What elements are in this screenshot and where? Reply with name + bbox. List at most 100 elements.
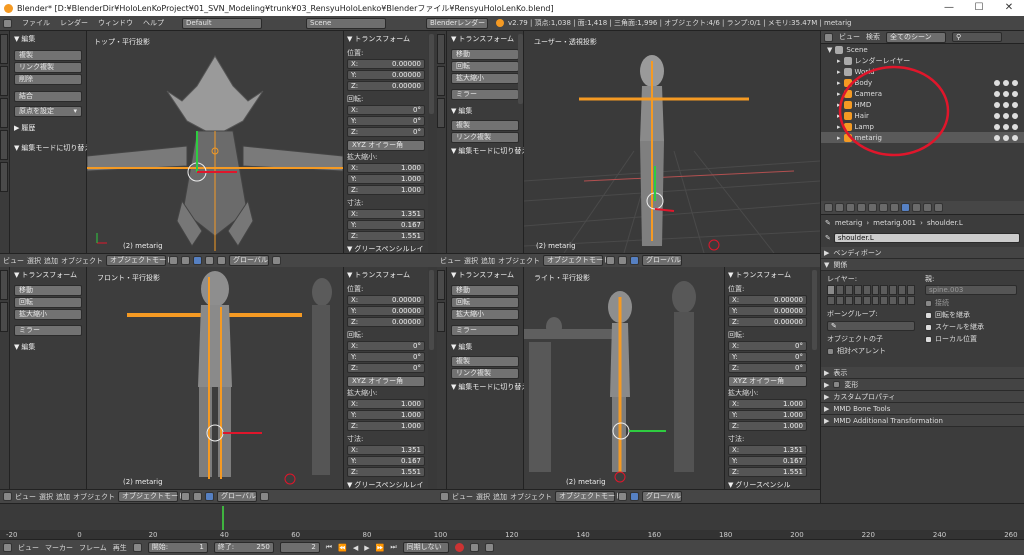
bone-layer-cell[interactable]	[862, 295, 871, 305]
bone-layer-cell[interactable]	[844, 295, 853, 305]
rot-x-field[interactable]: X: 0°	[347, 105, 425, 115]
render-engine-select[interactable]: Blenderレンダー	[426, 17, 488, 29]
scene-select[interactable]: Scene	[306, 17, 386, 29]
editor-type-icon[interactable]	[824, 32, 833, 42]
timeline-view-menu[interactable]: ビュー	[18, 543, 39, 553]
scale-x-field[interactable]: X: 1.000	[728, 399, 807, 409]
current-frame-cursor[interactable]	[222, 506, 224, 532]
scale-z-field[interactable]: Z: 1.000	[347, 185, 425, 195]
create-tab[interactable]	[437, 302, 445, 332]
duplicate-linked-button[interactable]: リンク複製	[451, 132, 519, 143]
view-menu[interactable]: ビュー	[15, 492, 36, 502]
dim-x-field[interactable]: X: 1.351	[347, 445, 425, 455]
select-menu[interactable]: 選択	[464, 256, 478, 266]
bone-name-input[interactable]: shoulder.L	[833, 233, 1020, 243]
orientation-select[interactable]: グローバル	[642, 491, 682, 502]
select-menu[interactable]: 選択	[476, 492, 490, 502]
bone-layer-cell[interactable]	[862, 285, 871, 295]
texture-tab-icon[interactable]	[934, 203, 943, 212]
layout-select[interactable]: Default	[182, 17, 262, 29]
duplicate-linked-button[interactable]: リンク複製	[451, 368, 519, 379]
viewport-right-ortho[interactable]: ライト・平行投影 (2) metarig	[524, 267, 724, 489]
scale-button[interactable]: 拡大縮小	[451, 73, 519, 84]
object-menu[interactable]: オブジェクト	[73, 492, 115, 502]
play-reverse-icon[interactable]: ◀	[353, 544, 358, 552]
transform-tools-header[interactable]: ▼ トランスフォーム	[451, 270, 519, 280]
tool-tab[interactable]	[0, 270, 8, 300]
selectable-arrow-icon[interactable]	[1003, 101, 1009, 108]
timeline-area[interactable]: -20 0 20 40 60 80 100 120 140 160 180 200 220 240 260	[0, 503, 1024, 540]
shading-icon[interactable]	[606, 256, 615, 265]
add-menu[interactable]: 追加	[44, 256, 58, 266]
pin-icon[interactable]: ✎	[825, 219, 831, 227]
bone-group-field[interactable]: ✎	[827, 321, 915, 331]
tool-tabs-strip[interactable]	[0, 31, 10, 253]
bone-layer-cell[interactable]	[871, 295, 880, 305]
edit-mode-toggle-header[interactable]: ▼ 編集モードに切り替え	[451, 382, 528, 392]
visibility-eye-icon[interactable]	[994, 79, 1000, 86]
jump-start-icon[interactable]: ⏮	[326, 543, 332, 552]
timeline-playback-menu[interactable]: 再生	[113, 543, 127, 553]
visibility-eye-icon[interactable]	[994, 112, 1000, 119]
orientation-select[interactable]: グローバル	[642, 255, 682, 266]
insert-keyframe-icon[interactable]	[484, 543, 494, 552]
render-camera-icon[interactable]	[1012, 123, 1018, 130]
record-icon[interactable]	[454, 543, 464, 552]
selectable-arrow-icon[interactable]	[1003, 79, 1009, 86]
bone-layer-cell[interactable]	[827, 295, 835, 305]
duplicate-button[interactable]: 複製	[451, 356, 519, 367]
viewport-user-persp[interactable]: ユーザー・透視投影 (2) metarig	[524, 31, 820, 253]
render-camera-icon[interactable]	[1012, 101, 1018, 108]
shading-icon[interactable]	[181, 492, 190, 501]
edit-mode-toggle-header[interactable]: ▼ 編集モードに切り替え	[14, 143, 91, 153]
transform-panel-header[interactable]: ▼ トランスフォーム	[347, 34, 425, 44]
start-frame-field[interactable]: 開始: 1	[147, 542, 208, 553]
bone-constraints-tab-icon[interactable]	[912, 203, 921, 212]
outliner-view-menu[interactable]: ビュー	[839, 32, 860, 42]
select-menu[interactable]: 選択	[27, 256, 41, 266]
transform-panel-header[interactable]: ▼ トランスフォーム	[347, 270, 425, 280]
bone-layer-cell[interactable]	[835, 295, 844, 305]
bone-layer-cell[interactable]	[889, 285, 898, 295]
menu-window[interactable]: ウィンドウ	[98, 18, 133, 28]
object-menu[interactable]: オブジェクト	[61, 256, 103, 266]
mode-select[interactable]: オブジェクトモード	[106, 255, 173, 266]
outliner-search-input[interactable]: ⚲	[952, 32, 1002, 42]
shading-icon[interactable]	[169, 256, 178, 265]
orientation-select[interactable]: グローバル	[229, 255, 269, 266]
layers-icon[interactable]	[260, 492, 269, 501]
next-key-icon[interactable]: ⏩	[376, 544, 385, 552]
scrollbar[interactable]	[429, 34, 434, 114]
mode-select[interactable]: オブジェクトモード	[555, 491, 622, 502]
manipulator-icon[interactable]	[630, 256, 639, 265]
editor-type-icon[interactable]	[3, 543, 12, 552]
rotation-mode-select[interactable]: XYZ オイラー角	[347, 376, 425, 387]
scale-x-field[interactable]: X: 1.000	[347, 163, 425, 173]
duplicate-button[interactable]: 複製	[14, 50, 82, 61]
rotate-icon[interactable]	[217, 256, 226, 265]
loc-y-field[interactable]: Y: 0.00000	[347, 70, 425, 80]
pivot-icon[interactable]	[618, 256, 627, 265]
relations-header[interactable]: ▼ 関係	[821, 259, 1024, 271]
view-menu[interactable]: ビュー	[452, 492, 473, 502]
transform-panel-header[interactable]: ▼ トランスフォーム	[728, 270, 807, 280]
rot-x-field[interactable]: X: 0°	[728, 341, 807, 351]
prev-key-icon[interactable]: ⏪	[338, 544, 347, 552]
custom-properties-header[interactable]: ▶ カスタムプロパティ	[821, 391, 1024, 403]
viewport-top-ortho[interactable]: トップ・平行投影 (2) metarig	[87, 31, 343, 253]
mode-select[interactable]: オブジェクトモード	[118, 491, 185, 502]
timeline-marker-menu[interactable]: マーカー	[45, 543, 73, 553]
display-header[interactable]: ▶ 表示	[821, 367, 1024, 379]
expand-toggle-icon[interactable]: ▼	[827, 46, 832, 54]
outliner-item[interactable]: ▼ Scene	[821, 44, 1024, 55]
tool-tab[interactable]	[0, 34, 8, 64]
bone-layer-cell[interactable]	[880, 295, 889, 305]
loc-x-field[interactable]: X: 0.00000	[728, 295, 807, 305]
menu-file[interactable]: ファイル	[22, 18, 50, 28]
scale-y-field[interactable]: Y: 1.000	[347, 174, 425, 184]
tool-tab[interactable]	[437, 270, 445, 300]
menu-render[interactable]: レンダー	[60, 18, 88, 28]
manipulator-icon[interactable]	[630, 492, 639, 501]
move-button[interactable]: 移動	[14, 285, 82, 296]
render-camera-icon[interactable]	[1012, 134, 1018, 141]
